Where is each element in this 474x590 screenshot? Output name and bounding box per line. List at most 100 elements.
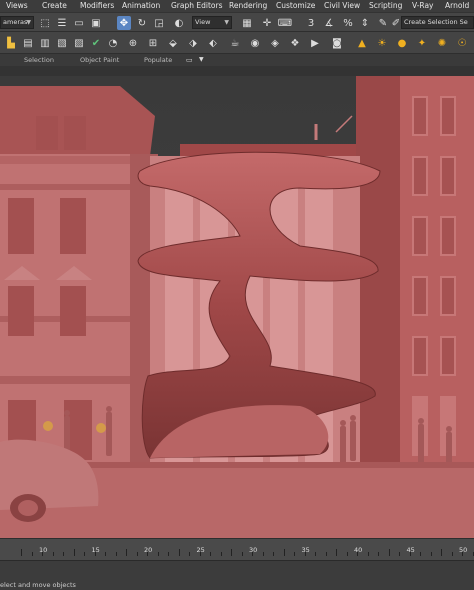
edit-named-selection-icon[interactable]: ✎ <box>376 16 390 30</box>
timeline-tick <box>21 549 22 556</box>
material-editor-icon[interactable]: ❖ <box>288 36 302 50</box>
timeline-tick <box>73 549 75 556</box>
vray-dome-icon[interactable]: ● <box>395 36 409 50</box>
timeline-tick <box>210 552 211 556</box>
timeline-tick <box>451 552 453 556</box>
rendered-frame-icon[interactable]: ◈ <box>268 36 282 50</box>
named-selection-set-dropdown[interactable]: Create Selection Se <box>401 16 474 29</box>
timeline-tick <box>220 552 222 556</box>
render-production-icon[interactable]: ▶ <box>308 36 322 50</box>
status-bar: elect and move objects <box>0 560 474 590</box>
timeline-tick <box>346 552 348 556</box>
normal-align-icon[interactable]: ⬙ <box>166 36 180 50</box>
timeline-tick <box>325 552 327 556</box>
snaps-toggle-icon[interactable]: 3 <box>304 16 318 30</box>
timeline-tick <box>262 552 264 556</box>
align-icon[interactable]: ⊕ <box>126 36 140 50</box>
select-and-move-icon[interactable]: ✥ <box>117 16 131 30</box>
timeline-tick <box>157 552 159 556</box>
clock-icon[interactable]: ◔ <box>106 36 120 50</box>
place-highlight-icon[interactable]: ⬗ <box>186 36 200 50</box>
menu-scripting[interactable]: Scripting <box>369 0 402 12</box>
select-and-place-icon[interactable]: ◐ <box>172 16 186 30</box>
timeline-tick-label: 40 <box>354 546 363 554</box>
tab-object-paint[interactable]: Object Paint <box>80 54 119 66</box>
select-and-rotate-icon[interactable]: ↻ <box>135 16 149 30</box>
align-camera-icon[interactable]: ⬖ <box>206 36 220 50</box>
vray-ambient-icon[interactable]: ☉ <box>455 36 469 50</box>
spinner-snap-icon[interactable]: ⇕ <box>358 16 372 30</box>
vray-mesh-light-icon[interactable]: ✺ <box>435 36 449 50</box>
timeline-tick <box>168 552 169 556</box>
timeline-tick <box>189 552 190 556</box>
select-manipulate-icon[interactable]: ✛ <box>260 16 274 30</box>
menu-rendering[interactable]: Rendering <box>229 0 267 12</box>
percent-snap-icon[interactable]: % <box>341 16 355 30</box>
timeline-tick <box>63 552 64 556</box>
menu-arnold[interactable]: Arnold <box>445 0 469 12</box>
timeline-tick <box>430 552 432 556</box>
select-by-name-icon[interactable]: ☰ <box>55 16 69 30</box>
layer-icon[interactable]: ▙ <box>4 36 18 50</box>
timeline-tick <box>420 552 421 556</box>
timeline-tick <box>336 549 337 556</box>
timeline-tick <box>273 552 274 556</box>
viewport[interactable] <box>0 76 474 538</box>
tab-selection[interactable]: Selection <box>24 54 54 66</box>
timeline-tick <box>315 552 316 556</box>
timeline-tick <box>136 552 138 556</box>
keyboard-shortcut-icon[interactable]: ⌨ <box>278 16 292 30</box>
window-crossing-icon[interactable]: ▣ <box>89 16 103 30</box>
menu-civil-view[interactable]: Civil View <box>324 0 360 12</box>
render-setup-icon[interactable]: ◉ <box>248 36 262 50</box>
timeline-tick <box>378 552 379 556</box>
angle-snap-icon[interactable]: ∡ <box>322 16 336 30</box>
timeline-tick-label: 15 <box>91 546 100 554</box>
ribbon-menu-icon[interactable]: ▭ <box>186 54 193 66</box>
select-and-scale-icon[interactable]: ◲ <box>152 16 166 30</box>
modern-building-center <box>137 115 381 466</box>
add-to-layer-icon[interactable]: ▧ <box>55 36 69 50</box>
quick-align-icon[interactable]: ⊞ <box>146 36 160 50</box>
check-icon[interactable]: ✔ <box>89 36 103 50</box>
menu-create[interactable]: Create <box>42 0 67 12</box>
ribbon-dropdown-icon[interactable]: ▼ <box>199 54 204 66</box>
menu-graph-editors[interactable]: Graph Editors <box>171 0 223 12</box>
layer-explorer-icon[interactable]: ▤ <box>21 36 35 50</box>
menu-modifiers[interactable]: Modifiers <box>80 0 114 12</box>
timeline-tick <box>84 552 85 556</box>
menu-views[interactable]: Views <box>6 0 28 12</box>
main-toolbar: ameras ▼ ⬚ ☰ ▭ ▣ ✥ ↻ ◲ ◐ View ▼ ▦ ✛ ⌨ 3 ∡ … <box>0 12 474 32</box>
timeline-tick <box>178 549 180 556</box>
timeline-tick <box>283 549 285 556</box>
create-layer-icon[interactable]: ▥ <box>38 36 52 50</box>
tab-populate[interactable]: Populate <box>144 54 172 66</box>
menu-animation[interactable]: Animation <box>122 0 160 12</box>
reference-coordinate-dropdown[interactable]: View ▼ <box>192 16 232 29</box>
timeline-tick <box>52 552 54 556</box>
ribbon-panel <box>0 66 474 76</box>
menu-vray[interactable]: V-Ray <box>412 0 433 12</box>
timeline-tick-label: 45 <box>406 546 415 554</box>
vray-light-icon[interactable]: ▲ <box>355 36 369 50</box>
timeline-tick-label: 20 <box>144 546 153 554</box>
timeline-tick-label: 35 <box>301 546 310 554</box>
vray-camera-icon[interactable]: ◙ <box>330 36 344 50</box>
timeline-tick <box>126 549 127 556</box>
timeline-tick <box>472 552 474 556</box>
timeline-tick <box>294 552 295 556</box>
timeline-ruler[interactable]: 10 15 20 25 30 35 40 45 50 <box>0 538 474 560</box>
toggle-scene-explorer-icon[interactable]: ▨ <box>72 36 86 50</box>
vray-sun-icon[interactable]: ☀ <box>375 36 389 50</box>
timeline-tick <box>115 552 117 556</box>
menu-customize[interactable]: Customize <box>276 0 315 12</box>
teapot-icon[interactable]: ☕ <box>228 36 242 50</box>
select-object-icon[interactable]: ⬚ <box>38 16 52 30</box>
rectangular-selection-icon[interactable]: ▭ <box>72 16 86 30</box>
pivot-center-icon[interactable]: ▦ <box>240 16 254 30</box>
vray-ies-icon[interactable]: ✦ <box>415 36 429 50</box>
status-prompt: elect and move objects <box>0 581 76 589</box>
timeline-tick <box>31 552 33 556</box>
cameras-dropdown[interactable]: ameras ▼ <box>0 16 34 29</box>
timeline-tick <box>388 549 390 556</box>
